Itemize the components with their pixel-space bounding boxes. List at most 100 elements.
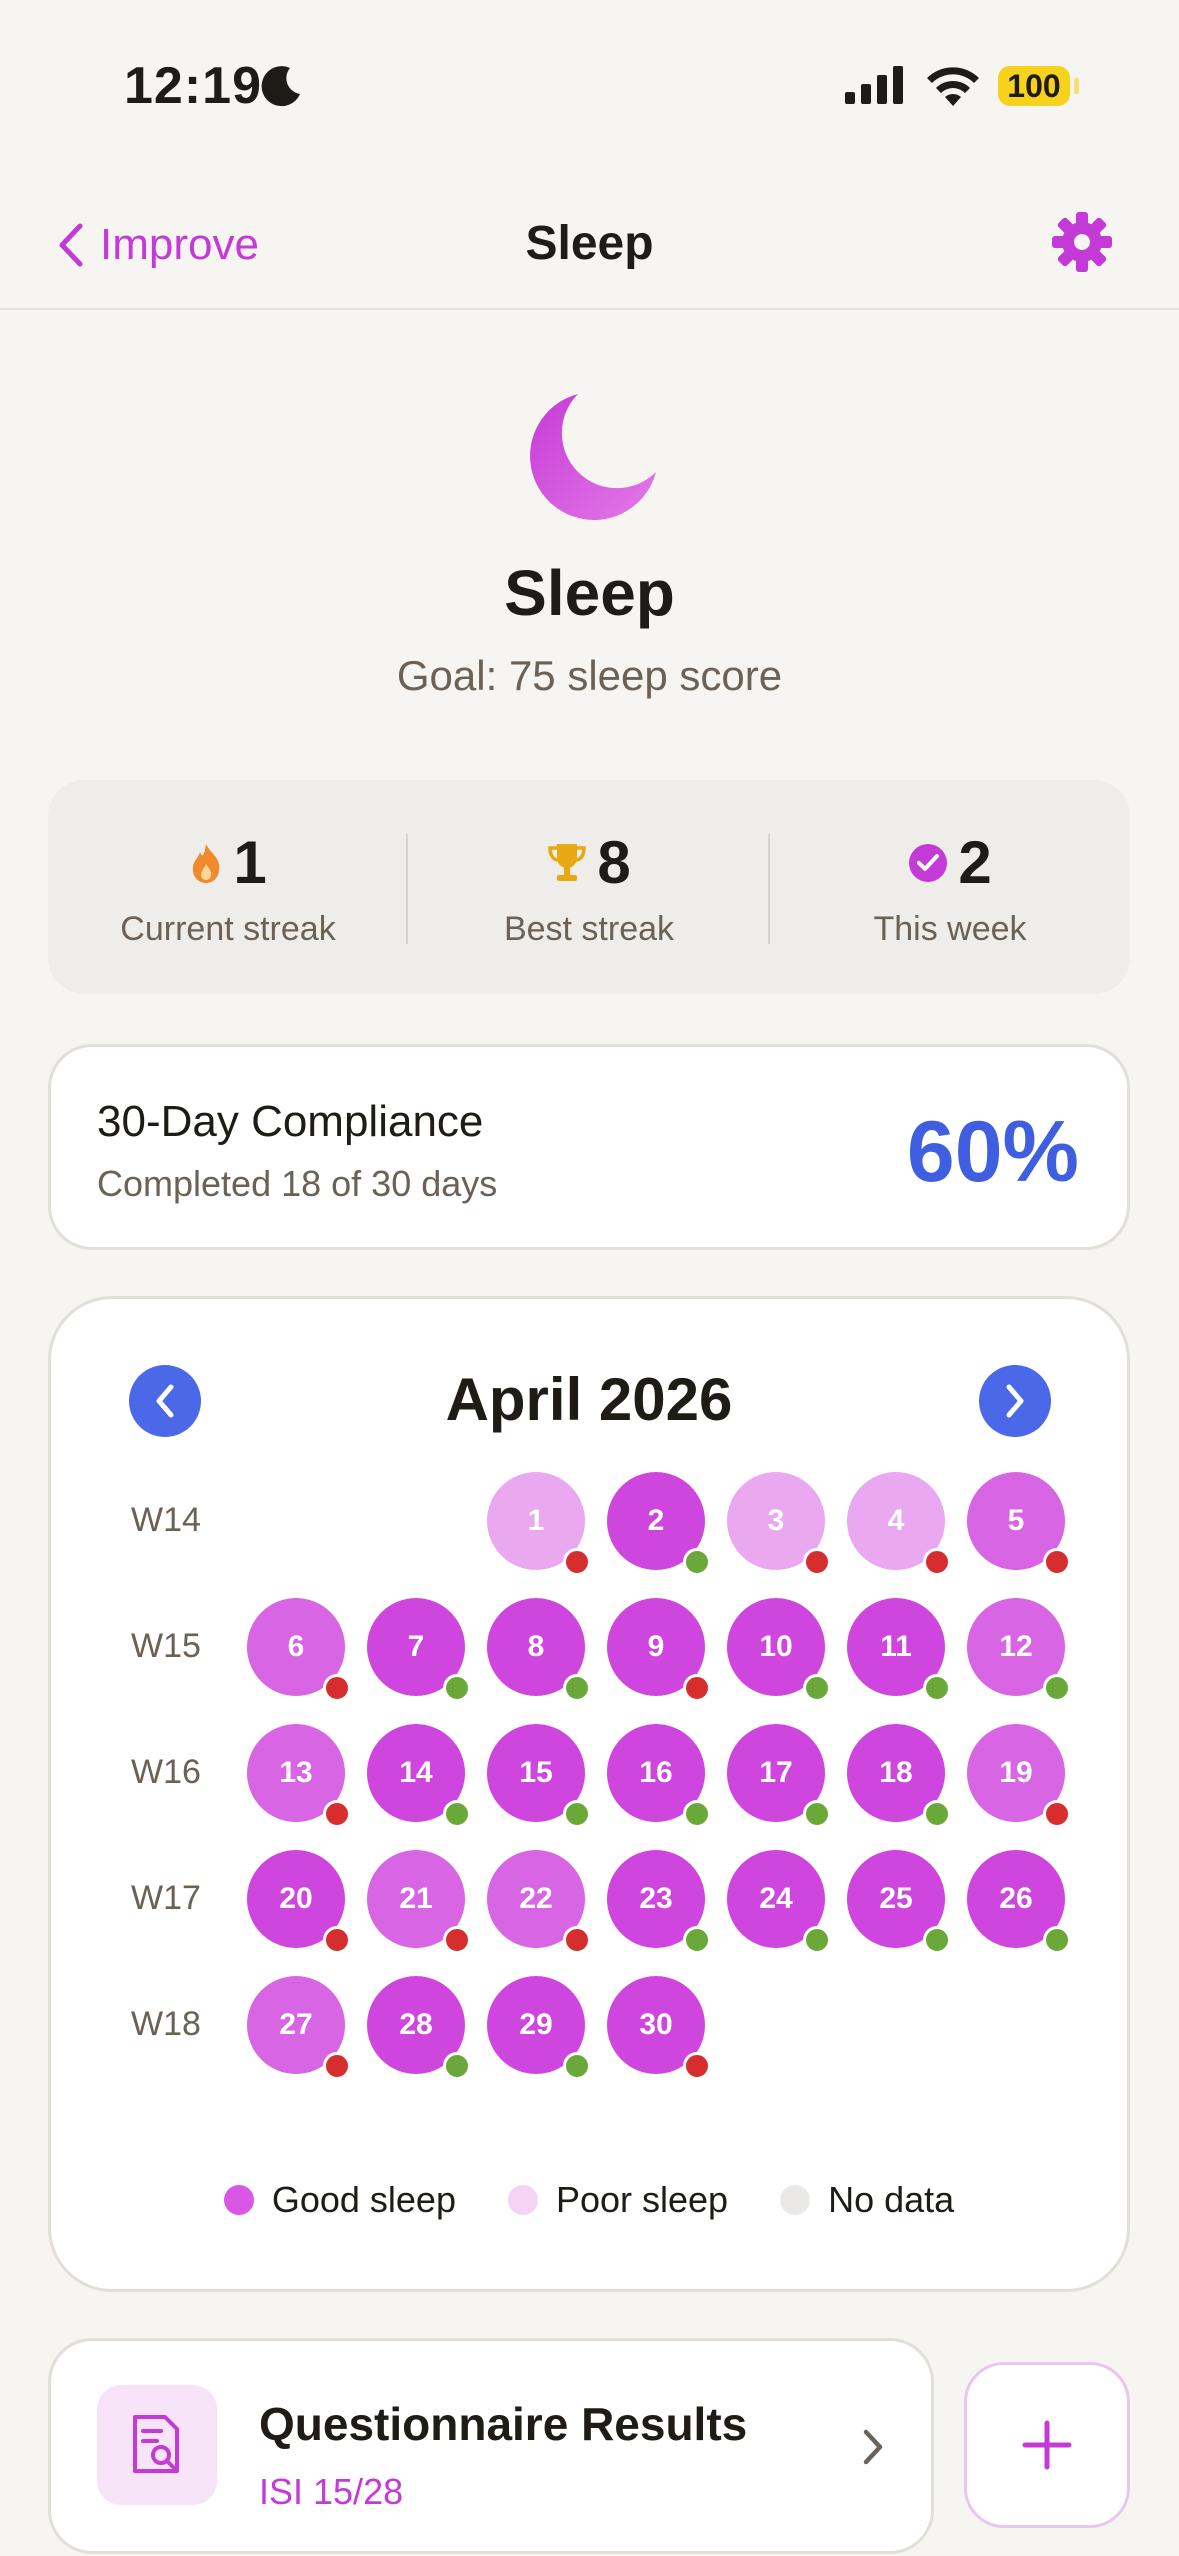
stat-label: This week bbox=[873, 910, 1027, 948]
calendar-day-number: 8 bbox=[527, 1630, 545, 1663]
calendar-day-number: 15 bbox=[519, 1756, 553, 1789]
calendar-day[interactable]: 30 bbox=[607, 1976, 711, 2080]
goal-text: Goal: 75 sleep score bbox=[396, 652, 783, 699]
calendar-day-number: 23 bbox=[639, 1882, 673, 1915]
compliance-subtitle: Completed 18 of 30 days bbox=[97, 1163, 498, 1204]
calendar-day-number: 21 bbox=[399, 1882, 433, 1915]
week-label: W17 bbox=[131, 1879, 201, 1917]
calendar-day[interactable]: 11 bbox=[847, 1598, 951, 1702]
calendar-day[interactable]: 14 bbox=[367, 1724, 471, 1828]
day-status-marker bbox=[323, 1800, 351, 1828]
day-status-marker bbox=[683, 2052, 711, 2080]
day-status-marker bbox=[1043, 1800, 1071, 1828]
legend-swatch bbox=[223, 2185, 254, 2215]
stat-value: 1 bbox=[233, 829, 267, 896]
day-status-marker bbox=[563, 2052, 591, 2080]
calendar-day[interactable]: 28 bbox=[367, 1976, 471, 2080]
day-status-marker bbox=[1043, 1674, 1071, 1702]
calendar-day[interactable]: 21 bbox=[367, 1850, 471, 1954]
calendar-day[interactable]: 29 bbox=[487, 1976, 591, 2080]
calendar-day[interactable]: 20 bbox=[247, 1850, 351, 1954]
legend-label: Poor sleep bbox=[555, 2179, 729, 2220]
gear-icon[interactable] bbox=[1048, 208, 1116, 276]
calendar-day-number: 13 bbox=[279, 1756, 313, 1789]
trophy-icon bbox=[548, 843, 587, 881]
day-status-marker bbox=[683, 1548, 711, 1576]
calendar-day-number: 22 bbox=[519, 1882, 553, 1915]
day-status-marker bbox=[803, 1926, 831, 1954]
day-status-marker bbox=[563, 1674, 591, 1702]
legend-item-no-data: No data bbox=[780, 2179, 954, 2221]
calendar-day[interactable]: 15 bbox=[487, 1724, 591, 1828]
calendar-day[interactable]: 12 bbox=[967, 1598, 1071, 1702]
calendar-day[interactable]: 18 bbox=[847, 1724, 951, 1828]
calendar-day[interactable]: 26 bbox=[967, 1850, 1071, 1954]
calendar-day-number: 19 bbox=[999, 1756, 1033, 1789]
status-bar: 12:19 100 bbox=[0, 0, 1179, 170]
calendar-day-number: 28 bbox=[399, 2008, 433, 2041]
cellular-signal-icon bbox=[845, 66, 903, 104]
calendar-card: April 2026 W14 1 2 3 4 5 W15 6 7 8 9 10 11 12 W16 13 14 1… bbox=[48, 1296, 1130, 2292]
day-status-marker bbox=[563, 1800, 591, 1828]
calendar-day[interactable]: 9 bbox=[607, 1598, 711, 1702]
add-entry-button[interactable] bbox=[964, 2362, 1130, 2528]
divider bbox=[406, 834, 408, 944]
day-status-marker bbox=[323, 1674, 351, 1702]
calendar-day[interactable]: 8 bbox=[487, 1598, 591, 1702]
week-label: W18 bbox=[131, 2005, 201, 2043]
questionnaire-icon-tile bbox=[97, 2385, 217, 2505]
questionnaire-results-card[interactable]: Questionnaire Results ISI 15/28 bbox=[48, 2338, 934, 2554]
document-search-icon bbox=[133, 2415, 179, 2473]
calendar-day[interactable]: 27 bbox=[247, 1976, 351, 2080]
focus-moon-icon bbox=[261, 66, 300, 107]
calendar-day[interactable]: 16 bbox=[607, 1724, 711, 1828]
streak-stats-panel: 1 Current streak 8 Best streak 2 This we… bbox=[48, 780, 1130, 994]
navigation-bar: Improve Sleep bbox=[0, 180, 1179, 310]
day-status-marker bbox=[443, 2052, 471, 2080]
calendar-day[interactable]: 1 bbox=[487, 1472, 591, 1576]
calendar-day[interactable]: 23 bbox=[607, 1850, 711, 1954]
stat-value: 8 bbox=[597, 829, 631, 896]
calendar-day[interactable]: 4 bbox=[847, 1472, 951, 1576]
legend-label: No data bbox=[828, 2179, 955, 2220]
calendar-day[interactable]: 6 bbox=[247, 1598, 351, 1702]
calendar-day[interactable]: 5 bbox=[967, 1472, 1071, 1576]
day-status-marker bbox=[1043, 1926, 1071, 1954]
day-status-marker bbox=[923, 1926, 951, 1954]
check-circle-icon bbox=[909, 843, 948, 882]
calendar-day[interactable]: 13 bbox=[247, 1724, 351, 1828]
day-status-marker bbox=[443, 1674, 471, 1702]
calendar-day-number: 5 bbox=[1007, 1504, 1025, 1537]
calendar-day-number: 17 bbox=[759, 1756, 793, 1789]
calendar-day[interactable]: 19 bbox=[967, 1724, 1071, 1828]
calendar-day-number: 25 bbox=[879, 1882, 913, 1915]
plus-icon bbox=[1022, 2420, 1072, 2470]
calendar-day[interactable]: 3 bbox=[727, 1472, 831, 1576]
calendar-day[interactable]: 22 bbox=[487, 1850, 591, 1954]
next-month-button[interactable] bbox=[979, 1365, 1051, 1437]
calendar-day[interactable]: 25 bbox=[847, 1850, 951, 1954]
battery-tip bbox=[1074, 78, 1079, 94]
day-status-marker bbox=[923, 1548, 951, 1576]
calendar-month-title: April 2026 bbox=[445, 1366, 733, 1433]
day-status-marker bbox=[683, 1800, 711, 1828]
calendar-day[interactable]: 24 bbox=[727, 1850, 831, 1954]
calendar-day[interactable]: 2 bbox=[607, 1472, 711, 1576]
calendar-day[interactable]: 10 bbox=[727, 1598, 831, 1702]
day-status-marker bbox=[803, 1800, 831, 1828]
week-label: W14 bbox=[131, 1501, 201, 1539]
calendar-day-number: 26 bbox=[999, 1882, 1033, 1915]
calendar-day-number: 6 bbox=[287, 1630, 305, 1663]
calendar-day-number: 7 bbox=[407, 1630, 425, 1663]
calendar-day-number: 4 bbox=[887, 1504, 905, 1537]
battery-indicator: 100 bbox=[998, 66, 1070, 106]
legend-label: Good sleep bbox=[271, 2179, 456, 2220]
day-status-marker bbox=[563, 1926, 591, 1954]
calendar-day[interactable]: 17 bbox=[727, 1724, 831, 1828]
calendar-day-number: 30 bbox=[639, 2008, 673, 2041]
calendar-day-number: 9 bbox=[647, 1630, 665, 1663]
stat-best-streak: 8 Best streak bbox=[409, 780, 769, 994]
calendar-day[interactable]: 7 bbox=[367, 1598, 471, 1702]
nav-title: Sleep bbox=[525, 217, 654, 270]
legend-item-good: Good sleep bbox=[223, 2179, 456, 2221]
